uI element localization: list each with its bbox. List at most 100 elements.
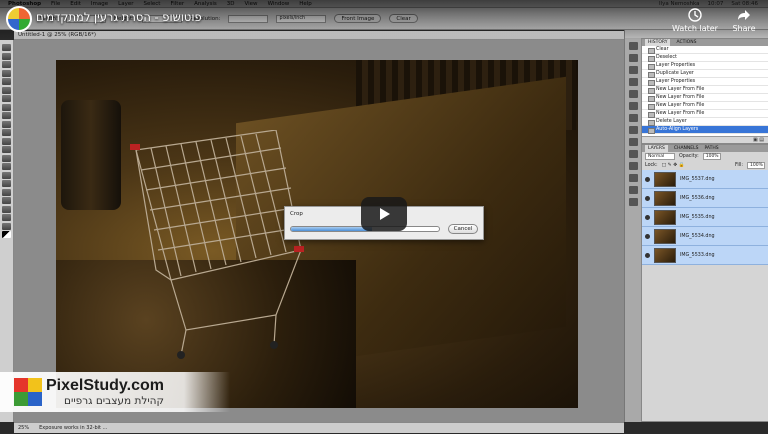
brush-tool-icon[interactable] [2, 103, 11, 111]
menu-analysis[interactable]: Analysis [194, 1, 217, 7]
share-arrow-icon [738, 10, 750, 20]
blend-mode-select[interactable]: Normal [645, 153, 675, 160]
lock-icons[interactable]: □ ✎ ✥ 🔒 [662, 163, 685, 168]
eraser-tool-icon[interactable] [2, 129, 11, 136]
app-menu[interactable]: Photoshop [8, 1, 41, 7]
menu-filter[interactable]: Filter [170, 1, 184, 7]
shape-tool-icon[interactable] [2, 188, 11, 196]
adjustments-icon[interactable] [628, 114, 638, 122]
history-item[interactable]: Deselect [642, 54, 768, 62]
units-select[interactable]: pixels/inch [276, 14, 327, 23]
video-play-button[interactable] [361, 197, 407, 231]
eye-icon[interactable] [645, 195, 650, 201]
watch-later-button[interactable]: Watch later [668, 8, 722, 33]
canvas-area[interactable]: Crop Cancel [14, 40, 624, 422]
menu-3d[interactable]: 3D [227, 1, 235, 7]
menu-help[interactable]: Help [299, 1, 312, 7]
share-label: Share [732, 24, 756, 33]
clear-button[interactable]: Clear [389, 14, 418, 23]
blur-tool-icon[interactable] [2, 146, 11, 153]
navigator-icon[interactable] [628, 42, 638, 50]
color-swatches-icon[interactable] [2, 231, 11, 238]
share-button[interactable]: Share [726, 8, 762, 33]
move-tool-icon[interactable] [2, 44, 11, 51]
quick-select-tool-icon[interactable] [2, 69, 11, 77]
info-icon[interactable] [628, 66, 638, 74]
healing-tool-icon[interactable] [2, 95, 11, 102]
marquee-tool-icon[interactable] [2, 52, 11, 60]
clone-source-icon[interactable] [628, 150, 638, 158]
path-select-tool-icon[interactable] [2, 180, 11, 187]
layer-row[interactable]: IMG_5535.dng [642, 208, 768, 227]
eyedropper-tool-icon[interactable] [2, 86, 11, 94]
layer-row[interactable]: IMG_5537.dng [642, 170, 768, 189]
history-item[interactable]: Clear [642, 46, 768, 54]
eye-icon[interactable] [645, 252, 650, 258]
menu-image[interactable]: Image [91, 1, 108, 7]
type-tool-icon[interactable] [2, 171, 11, 179]
history-item[interactable]: New Layer From File [642, 94, 768, 102]
history-item[interactable]: Layer Properties [642, 78, 768, 86]
channel-avatar[interactable] [6, 6, 32, 32]
character-icon[interactable] [628, 162, 638, 170]
dodge-tool-icon[interactable] [2, 154, 11, 162]
menu-layer[interactable]: Layer [118, 1, 133, 7]
history-item[interactable]: Delete Layer [642, 118, 768, 126]
menu-window[interactable]: Window [268, 1, 290, 7]
video-title[interactable]: פוטושופ - הסרת גרעין למתקדמים [36, 10, 202, 24]
front-image-button[interactable]: Front Image [334, 14, 382, 23]
layer-row[interactable]: IMG_5536.dng [642, 189, 768, 208]
3d-panel-icon[interactable] [628, 198, 638, 206]
gradient-tool-icon[interactable] [2, 137, 11, 145]
masks-icon[interactable] [628, 126, 638, 134]
hand-tool-icon[interactable] [2, 214, 11, 221]
history-item[interactable]: New Layer From File [642, 110, 768, 118]
tab-actions[interactable]: ACTIONS [676, 39, 696, 46]
pen-tool-icon[interactable] [2, 163, 11, 170]
tab-paths[interactable]: PATHS [704, 145, 718, 152]
histogram-icon[interactable] [628, 54, 638, 62]
trash-icon[interactable]: ▤ [759, 137, 764, 143]
lasso-tool-icon[interactable] [2, 61, 11, 68]
menu-edit[interactable]: Edit [70, 1, 81, 7]
tool-presets-icon[interactable] [628, 186, 638, 194]
layer-row[interactable]: IMG_5533.dng [642, 246, 768, 265]
trash-bin [61, 100, 121, 210]
zoom-tool-icon[interactable] [2, 222, 11, 230]
history-item[interactable]: New Layer From File [642, 102, 768, 110]
progress-bar-fill [291, 227, 373, 231]
paragraph-icon[interactable] [628, 174, 638, 182]
resolution-field[interactable] [228, 14, 269, 23]
layer-thumbnail [654, 247, 676, 263]
3d-orbit-tool-icon[interactable] [2, 205, 11, 213]
layer-row[interactable]: IMG_5534.dng [642, 227, 768, 246]
tab-history[interactable]: HISTORY [645, 39, 671, 46]
opacity-field[interactable]: 100% [702, 153, 721, 160]
menu-view[interactable]: View [245, 1, 258, 7]
tab-layers[interactable]: LAYERS [645, 145, 668, 152]
brushes-icon[interactable] [628, 138, 638, 146]
history-item[interactable]: Auto-Align Layers [642, 126, 768, 134]
history-item[interactable]: New Layer From File [642, 86, 768, 94]
tab-channels[interactable]: CHANNELS [674, 145, 699, 152]
new-snapshot-icon[interactable]: ▣ [753, 137, 758, 143]
menu-select[interactable]: Select [144, 1, 161, 7]
color-icon[interactable] [628, 78, 638, 86]
stamp-tool-icon[interactable] [2, 112, 11, 119]
dialog-title: Crop [290, 211, 303, 217]
eye-icon[interactable] [645, 176, 650, 182]
history-item[interactable]: Layer Properties [642, 62, 768, 70]
zoom-level[interactable]: 25% [18, 423, 29, 433]
cancel-button[interactable]: Cancel [448, 224, 478, 234]
eye-icon[interactable] [645, 214, 650, 220]
history-item[interactable]: Duplicate Layer [642, 70, 768, 78]
history-brush-tool-icon[interactable] [2, 120, 11, 128]
crop-tool-icon[interactable] [2, 78, 11, 85]
fill-field[interactable]: 100% [747, 162, 765, 169]
menu-file[interactable]: File [51, 1, 60, 7]
styles-icon[interactable] [628, 102, 638, 110]
swatches-icon[interactable] [628, 90, 638, 98]
eye-icon[interactable] [645, 233, 650, 239]
3d-rotate-tool-icon[interactable] [2, 197, 11, 204]
document-tab[interactable]: Untitled-1 @ 25% (RGB/16*) [14, 31, 624, 40]
